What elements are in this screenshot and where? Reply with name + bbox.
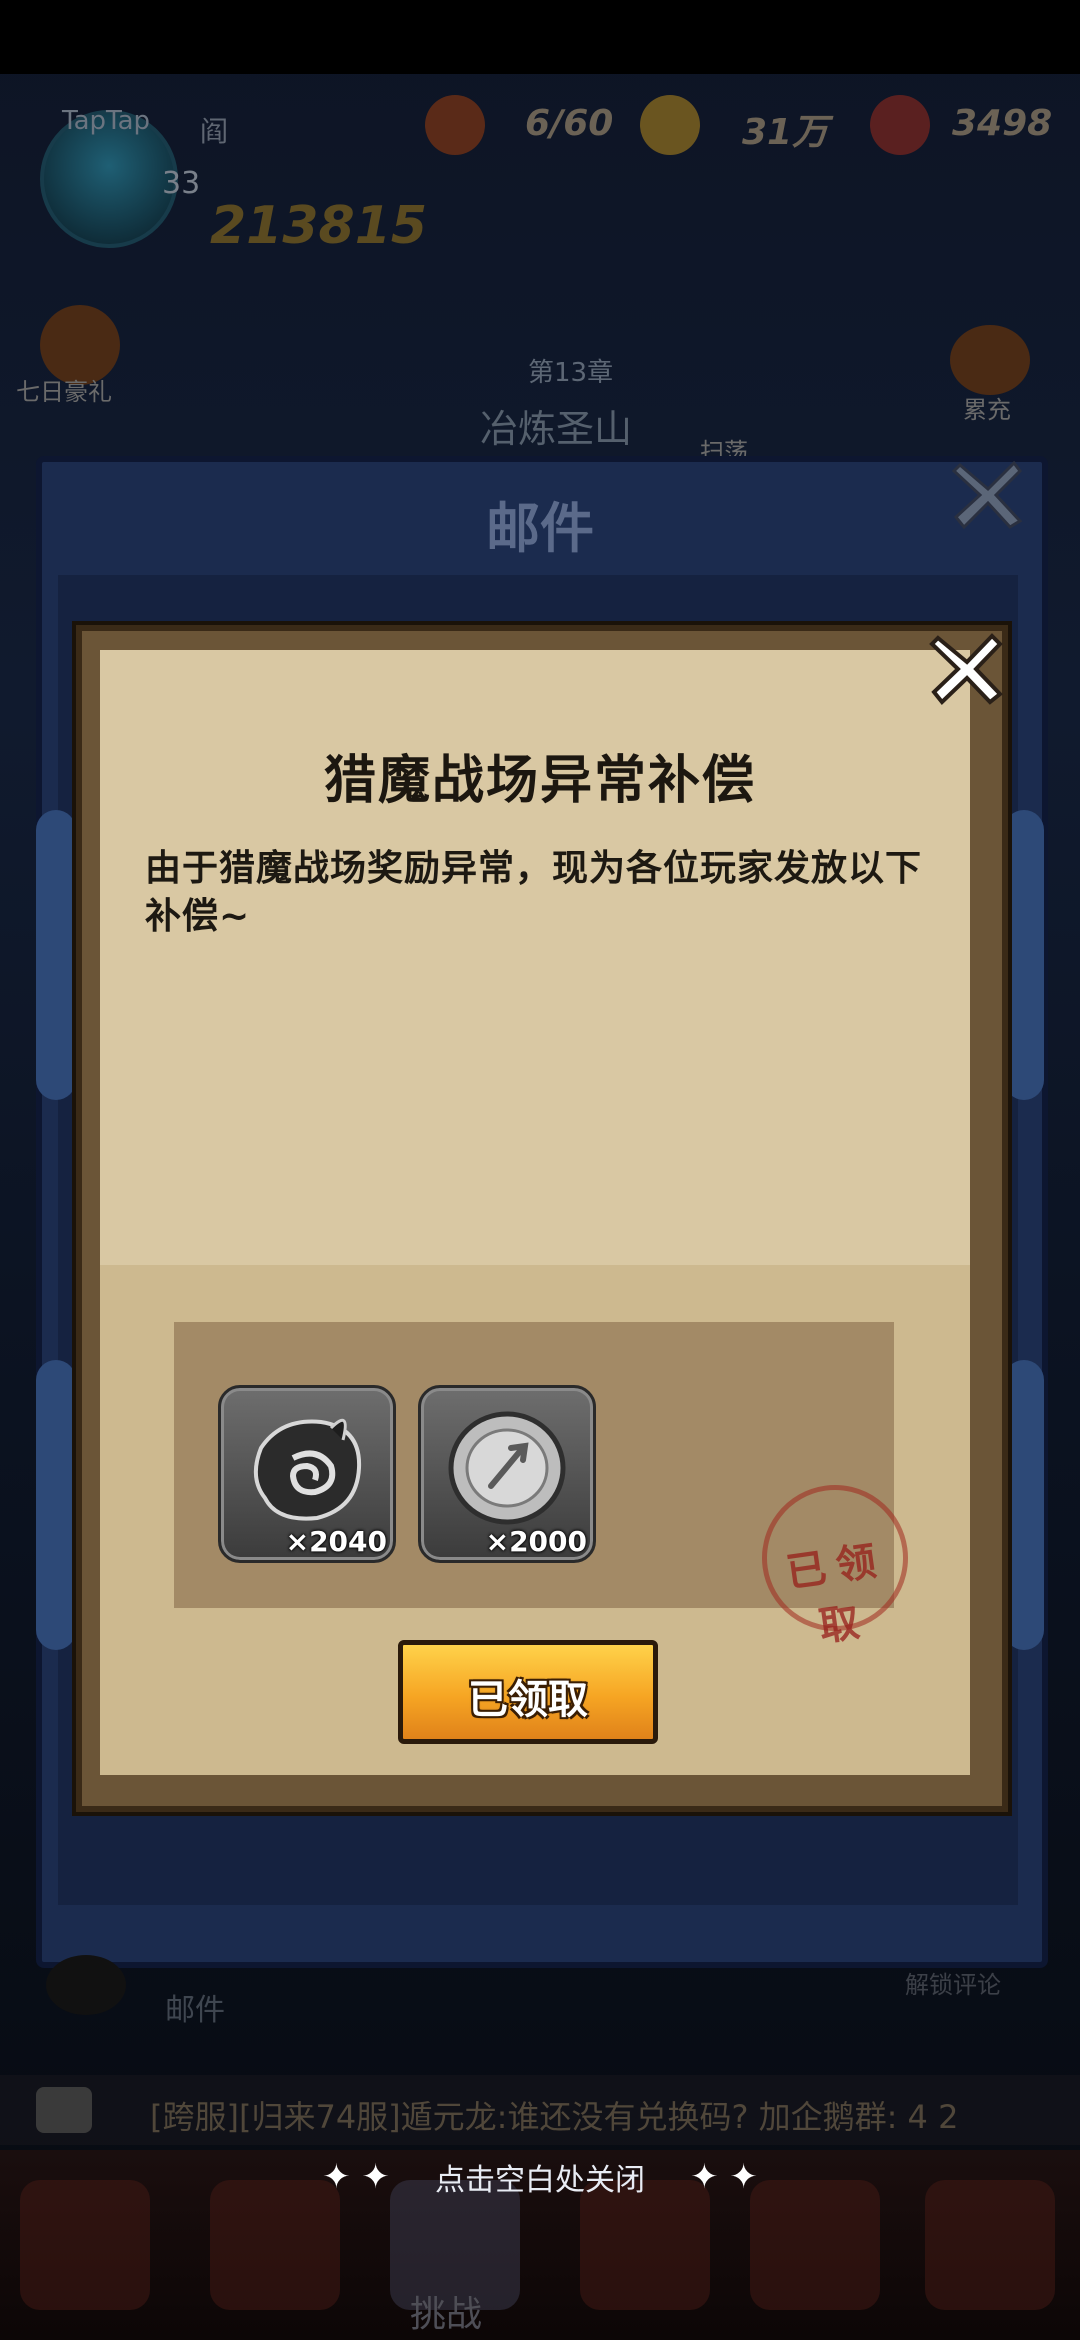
- sparkle-icon: ✦ ✦: [690, 2157, 758, 2197]
- chapter-number: 第13章: [528, 358, 614, 388]
- gold-icon[interactable]: [640, 95, 700, 155]
- stamina-value: 6/60: [525, 103, 614, 144]
- taptap-label: TapTap: [62, 106, 151, 136]
- mail-side-tab-right-2: [1004, 1360, 1044, 1650]
- close-icon: [951, 460, 1023, 530]
- claimed-button[interactable]: 已领取: [398, 1640, 658, 1744]
- recharge-label: 累充: [963, 396, 1011, 424]
- mail-panel-close-button[interactable]: [948, 455, 1028, 535]
- reward-item-1[interactable]: ×2040: [218, 1385, 396, 1563]
- unlock-hint: 解锁评论: [905, 1971, 1001, 1999]
- mail-detail-body: 由于猎魔战场奖励异常，现为各位玩家发放以下补偿~: [145, 848, 923, 937]
- nav-tab-5[interactable]: [750, 2180, 880, 2310]
- claimed-button-label: 已领取: [468, 1677, 588, 1723]
- mail-side-tab-left-2: [36, 1360, 76, 1650]
- mail-detail-title: 猎魔战场异常补偿: [323, 751, 756, 811]
- player-name: 阎: [200, 115, 229, 148]
- recharge-icon[interactable]: [950, 325, 1030, 395]
- status-strip: [0, 0, 1080, 74]
- chat-message: [跨服][归来74服]遁元龙:谁还没有兑换码? 加企鹅群: 4 2: [150, 2098, 959, 2136]
- player-level: 33: [162, 166, 201, 201]
- mail-panel-title: 邮件: [486, 497, 594, 560]
- gem-icon[interactable]: [870, 95, 930, 155]
- reward-quantity: ×2040: [285, 1525, 387, 1558]
- combat-power: 213815: [210, 196, 428, 256]
- mail-detail-close-button[interactable]: [928, 630, 1006, 708]
- mail-side-tab-right: [1004, 810, 1044, 1100]
- reward-quantity: ×2000: [485, 1525, 587, 1558]
- reward-item-2[interactable]: ×2000: [418, 1385, 596, 1563]
- chat-bubble-icon[interactable]: [36, 2087, 92, 2133]
- gem-value: 3498: [952, 103, 1053, 144]
- chapter-name: 冶炼圣山: [480, 407, 633, 451]
- nav-tab-4[interactable]: [580, 2180, 710, 2310]
- mail-label: 邮件: [165, 1993, 225, 2028]
- claimed-stamp-text: 已领取: [783, 1537, 889, 1651]
- mail-icon[interactable]: [46, 1955, 126, 2015]
- close-hint-label: 点击空白处关闭: [435, 2163, 645, 2198]
- nav-tab-2[interactable]: [210, 2180, 340, 2310]
- gold-value: 31万: [742, 112, 829, 153]
- close-hint[interactable]: ✦ ✦ 点击空白处关闭 ✦ ✦: [0, 2155, 1080, 2199]
- stamina-icon[interactable]: [425, 95, 485, 155]
- close-icon: [929, 633, 1003, 705]
- seven-day-gift-label: 七日豪礼: [16, 378, 112, 406]
- sparkle-icon: ✦ ✦: [322, 2157, 390, 2197]
- mail-side-tab-left: [36, 810, 76, 1100]
- nav-tab-challenge-label: 挑战: [410, 2294, 483, 2335]
- nav-tab-1[interactable]: [20, 2180, 150, 2310]
- nav-tab-6[interactable]: [925, 2180, 1055, 2310]
